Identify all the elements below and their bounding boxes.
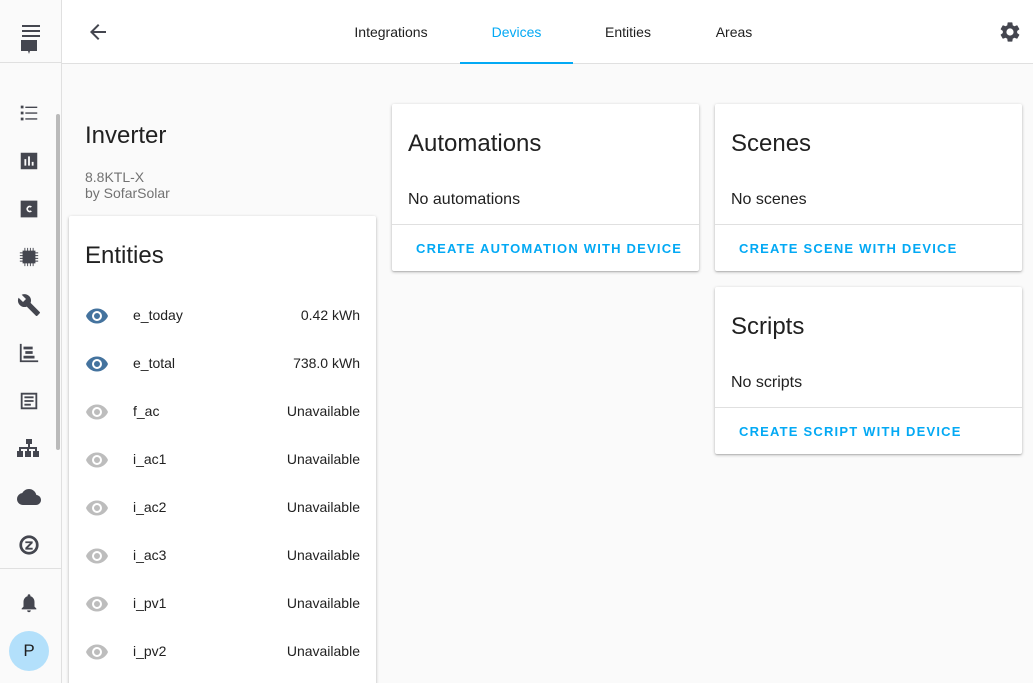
eye-icon[interactable] xyxy=(85,304,109,328)
history-icon xyxy=(20,152,38,170)
sidebar-scrollbar[interactable] xyxy=(56,114,60,450)
back-button[interactable] xyxy=(82,16,114,48)
sidebar-item-file-editor[interactable] xyxy=(0,377,58,425)
automations-card: Automations No automations CREATE AUTOMA… xyxy=(392,104,699,271)
active-tab-indicator xyxy=(460,62,573,64)
tab-label: Integrations xyxy=(354,24,428,40)
entity-row[interactable]: e_total 738.0 kWh xyxy=(69,340,376,388)
developer-tools-icon xyxy=(17,294,40,316)
cloud-icon xyxy=(17,489,41,505)
sidebar: P xyxy=(0,0,62,683)
automations-card-title: Automations xyxy=(408,130,542,157)
create-script-button[interactable]: CREATE SCRIPT WITH DEVICE xyxy=(739,424,962,439)
entity-name: i_ac3 xyxy=(133,547,167,563)
scenes-empty-text: No scenes xyxy=(731,191,807,208)
entity-state: 738.0 kWh xyxy=(293,355,360,371)
scripts-empty-text: No scripts xyxy=(731,374,803,391)
entities-card: Entities e_today 0.42 kWh e_total 738.0 … xyxy=(69,216,376,683)
sidebar-item-zigbee[interactable] xyxy=(0,425,58,473)
entity-row[interactable]: i_pv1 Unavailable xyxy=(69,580,376,628)
top-bar: Integrations Devices Entities Areas xyxy=(62,0,1033,64)
tab-label: Entities xyxy=(605,24,651,40)
entity-name: e_total xyxy=(133,355,176,371)
entity-row[interactable]: e_today 0.42 kWh xyxy=(69,292,376,340)
sidebar-item-cloud[interactable] xyxy=(0,473,58,521)
entity-name: f_ac xyxy=(133,403,160,419)
eye-icon[interactable] xyxy=(85,448,109,472)
entity-state: Unavailable xyxy=(286,499,360,515)
tab-devices[interactable]: Devices xyxy=(460,0,573,64)
avatar[interactable]: P xyxy=(9,631,49,671)
logbook-icon xyxy=(20,105,38,121)
card-divider xyxy=(392,224,699,225)
entity-name: i_ac1 xyxy=(133,451,167,467)
scripts-card: Scripts No scripts CREATE SCRIPT WITH DE… xyxy=(715,287,1022,454)
sidebar-item-history[interactable] xyxy=(0,137,58,185)
tab-integrations[interactable]: Integrations xyxy=(332,0,450,64)
sidebar-item-z-wave[interactable] xyxy=(0,521,58,569)
entity-state: Unavailable xyxy=(286,595,360,611)
eye-icon[interactable] xyxy=(85,496,109,520)
notifications-button[interactable] xyxy=(0,579,58,627)
device-manufacturer: by SofarSolar xyxy=(85,185,170,201)
entity-name: i_pv1 xyxy=(133,595,167,611)
hacs-icon xyxy=(20,200,38,218)
entity-row[interactable]: i_pv2 Unavailable xyxy=(69,628,376,676)
entity-row[interactable]: f_ac Unavailable xyxy=(69,388,376,436)
entities-card-title: Entities xyxy=(85,242,164,269)
entity-row[interactable]: i_ac2 Unavailable xyxy=(69,484,376,532)
device-name: Inverter xyxy=(85,122,167,149)
sidebar-item-developer-tools[interactable] xyxy=(0,281,58,329)
entity-state: Unavailable xyxy=(286,547,360,563)
eye-icon[interactable] xyxy=(85,592,109,616)
avatar-initial: P xyxy=(23,641,35,660)
entity-name: i_ac2 xyxy=(133,499,167,515)
entity-row[interactable]: i_ac3 Unavailable xyxy=(69,532,376,580)
settings-button[interactable] xyxy=(994,16,1026,48)
entity-name: e_today xyxy=(133,307,183,323)
sidebar-item-node-red[interactable] xyxy=(0,329,58,377)
scenes-card: Scenes No scenes CREATE SCENE WITH DEVIC… xyxy=(715,104,1022,271)
tab-label: Devices xyxy=(491,24,542,40)
device-model: 8.8KTL-X xyxy=(85,169,145,185)
entity-state: Unavailable xyxy=(286,403,360,419)
file-editor-icon xyxy=(20,392,38,410)
tab-areas[interactable]: Areas xyxy=(690,0,778,64)
sidebar-item-dashboard[interactable] xyxy=(0,40,58,68)
eye-icon[interactable] xyxy=(85,640,109,664)
node-red-icon xyxy=(19,343,39,363)
dashboard-icon xyxy=(21,40,37,54)
notifications-icon xyxy=(21,594,37,613)
eye-icon[interactable] xyxy=(85,400,109,424)
esphome-icon xyxy=(19,247,39,267)
z-wave-icon xyxy=(19,535,39,555)
sidebar-item-esphome[interactable] xyxy=(0,233,58,281)
card-divider xyxy=(715,407,1022,408)
arrow-left-icon xyxy=(90,24,106,40)
eye-icon[interactable] xyxy=(85,544,109,568)
scenes-card-title: Scenes xyxy=(731,130,812,157)
gear-icon xyxy=(1000,22,1020,42)
entity-state: Unavailable xyxy=(286,643,360,659)
sidebar-item-hacs[interactable] xyxy=(0,185,58,233)
tab-label: Areas xyxy=(715,24,753,40)
create-automation-button[interactable]: CREATE AUTOMATION WITH DEVICE xyxy=(416,241,682,256)
sidebar-item-logbook[interactable] xyxy=(0,89,58,137)
entity-name: i_pv2 xyxy=(133,643,167,659)
tab-entities[interactable]: Entities xyxy=(582,0,674,64)
entity-state: 0.42 kWh xyxy=(300,307,360,323)
entity-row[interactable]: i_ac1 Unavailable xyxy=(69,436,376,484)
card-divider xyxy=(715,224,1022,225)
automations-empty-text: No automations xyxy=(408,191,521,208)
eye-icon[interactable] xyxy=(85,352,109,376)
entity-state: Unavailable xyxy=(286,451,360,467)
sidebar-divider xyxy=(0,568,61,569)
scripts-card-title: Scripts xyxy=(731,313,805,340)
create-scene-button[interactable]: CREATE SCENE WITH DEVICE xyxy=(739,241,958,256)
zigbee-network-icon xyxy=(17,439,39,457)
